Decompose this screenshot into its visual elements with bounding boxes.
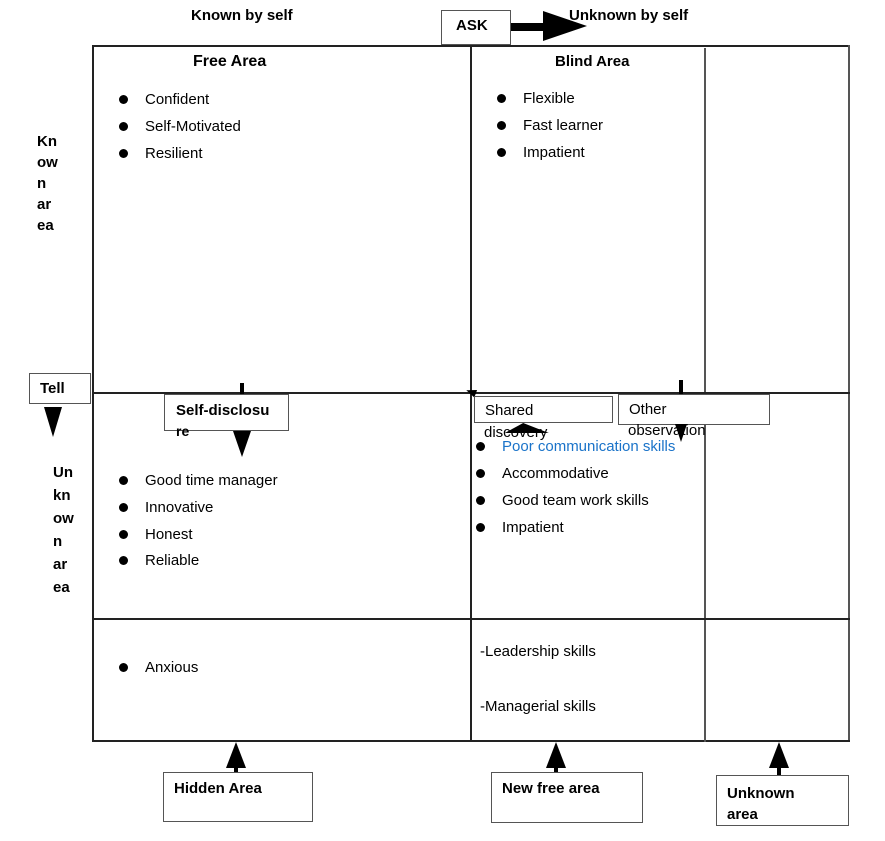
bullet-icon bbox=[497, 148, 506, 157]
unknown-area-box: Unknown area bbox=[716, 775, 849, 826]
tell-box: Tell bbox=[29, 373, 91, 404]
list-item: -Managerial skills bbox=[480, 698, 596, 715]
shared-discovery-label-1: Shared bbox=[485, 402, 534, 419]
ask-label: ASK bbox=[456, 17, 488, 34]
bullet-icon bbox=[497, 121, 506, 130]
list-item: Flexible bbox=[523, 90, 575, 107]
bullet-icon bbox=[119, 556, 128, 565]
other-observation-label-1: Other bbox=[629, 401, 667, 418]
list-item: Honest bbox=[145, 526, 193, 543]
tell-arrow-icon bbox=[44, 407, 62, 437]
bullet-icon bbox=[476, 469, 485, 478]
bullet-icon bbox=[119, 95, 128, 104]
known-area-label: Kn ow n ar ea bbox=[37, 133, 58, 234]
list-item: Self-Motivated bbox=[145, 118, 241, 135]
list-item-highlighted: Poor communication skills bbox=[502, 438, 676, 455]
tell-label: Tell bbox=[40, 380, 65, 397]
hidden-area-label: Hidden Area bbox=[174, 780, 262, 797]
self-disclosure-label-1: Self-disclosu bbox=[176, 402, 270, 419]
list-item: -Leadership skills bbox=[480, 643, 596, 660]
bullet-icon bbox=[119, 530, 128, 539]
list-item: Anxious bbox=[145, 659, 199, 676]
hidden-area-box: Hidden Area bbox=[163, 772, 313, 822]
unknown-area-label: Un kn ow n ar ea bbox=[53, 464, 74, 596]
list-item: Fast learner bbox=[523, 117, 604, 134]
bullet-icon bbox=[119, 122, 128, 131]
bullet-icon bbox=[119, 149, 128, 158]
list-item: Resilient bbox=[145, 145, 203, 162]
list-item: Reliable bbox=[145, 552, 200, 569]
ask-box: ASK bbox=[441, 10, 511, 45]
list-item: Innovative bbox=[145, 499, 214, 516]
shared-discovery-box: Shared bbox=[474, 396, 613, 423]
list-item: Good team work skills bbox=[502, 492, 649, 509]
new-free-area-label: New free area bbox=[502, 780, 600, 797]
other-observation-box: Other bbox=[618, 394, 770, 425]
other-observation-label-2: observation bbox=[628, 422, 706, 439]
other-observation-arrow-icon bbox=[675, 424, 687, 442]
bullet-icon bbox=[119, 476, 128, 485]
bullet-icon bbox=[476, 442, 485, 451]
self-disclosure-arrow-icon bbox=[233, 431, 251, 457]
list-item: Impatient bbox=[523, 144, 585, 161]
blind-area-title: Blind Area bbox=[555, 53, 630, 70]
self-disclosure-label-2: re bbox=[176, 423, 190, 439]
bullet-icon bbox=[119, 663, 128, 672]
bullet-icon bbox=[476, 523, 485, 532]
free-area-title: Free Area bbox=[193, 53, 267, 70]
unknown-area-label-2: area bbox=[727, 806, 758, 823]
list-item: Accommodative bbox=[502, 465, 609, 482]
list-item: Confident bbox=[145, 91, 210, 108]
known-by-self-header: Known by self bbox=[191, 7, 293, 24]
bullet-icon bbox=[119, 503, 128, 512]
new-free-area-box: New free area bbox=[491, 772, 643, 823]
unknown-area-label-1: Unknown bbox=[727, 785, 795, 802]
bullet-icon bbox=[476, 496, 485, 505]
bullet-icon bbox=[497, 94, 506, 103]
list-item: Impatient bbox=[502, 519, 564, 536]
list-item: Good time manager bbox=[145, 472, 278, 489]
